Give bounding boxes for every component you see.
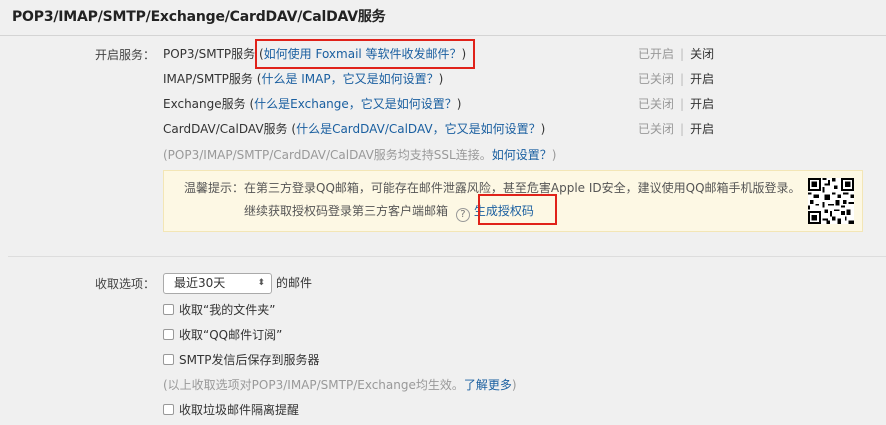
receive-range-suffix: 的邮件 (276, 276, 313, 290)
service-name: Exchange服务 (163, 97, 246, 111)
service-help: (什么是 IMAP，它又是如何设置？) (257, 72, 444, 86)
qr-code-icon (808, 178, 854, 224)
service-help: (什么是CardDAV/CalDAV，它又是如何设置？) (291, 122, 545, 136)
service-status-pop3: 已开启 | 关闭 (638, 44, 714, 64)
paren-close: ) (540, 122, 546, 136)
receive-note-suffix: ) (511, 378, 517, 392)
toggle-open-carddav[interactable]: 开启 (690, 122, 714, 136)
service-row-imap: IMAP/SMTP服务 (什么是 IMAP，它又是如何设置？) (163, 69, 443, 89)
checkbox-qq-subscription[interactable] (163, 329, 174, 340)
toggle-close-pop3[interactable]: 关闭 (690, 47, 714, 61)
option-qq-subscription[interactable]: 收取“QQ邮件订阅” (163, 325, 282, 345)
service-status-imap: 已关闭 | 开启 (638, 69, 714, 89)
toggle-open-exchange[interactable]: 开启 (690, 97, 714, 111)
tip-continue-text: 继续获取授权码登录第三方客户端邮箱 (244, 204, 449, 218)
service-row-exchange: Exchange服务 (什么是Exchange，它又是如何设置？) (163, 94, 461, 114)
receive-note: (以上收取选项对POP3/IMAP/SMTP/Exchange均生效。了解更多) (163, 375, 517, 395)
receive-label: 收取选项： (94, 277, 155, 291)
service-name: CardDAV/CalDAV服务 (163, 122, 288, 136)
ssl-note-suffix: ) (551, 148, 557, 162)
option-label: SMTP发信后保存到服务器 (179, 353, 320, 367)
highlight-generate-code (478, 194, 557, 225)
ssl-howto-link[interactable]: 如何设置？ (492, 148, 552, 162)
divider: | (680, 122, 685, 136)
divider: | (680, 97, 685, 111)
status-text: 已关闭 (638, 97, 675, 111)
receive-note-text: (以上收取选项对POP3/IMAP/SMTP/Exchange均生效。 (163, 378, 464, 392)
learn-more-link[interactable]: 了解更多 (464, 378, 512, 392)
paren-close: ) (438, 72, 444, 86)
divider: | (680, 72, 685, 86)
service-name: POP3/SMTP服务 (163, 47, 256, 61)
divider: | (680, 47, 685, 61)
receive-range-select[interactable]: 最近30天 ⬍ (163, 273, 272, 294)
option-label: 收取“我的文件夹” (179, 303, 276, 317)
page-title: POP3/IMAP/SMTP/Exchange/CardDAV/CalDAV服务 (12, 9, 386, 25)
option-label: 收取“QQ邮件订阅” (179, 328, 283, 342)
help-circle-icon[interactable]: ? (455, 208, 470, 222)
service-name: IMAP/SMTP服务 (163, 72, 253, 86)
section-divider (8, 256, 886, 257)
checkbox-spam-alert[interactable] (163, 404, 174, 415)
help-link-exchange[interactable]: 什么是Exchange，它又是如何设置？ (254, 97, 457, 111)
option-my-folders[interactable]: 收取“我的文件夹” (163, 300, 275, 320)
service-help: (什么是Exchange，它又是如何设置？) (249, 97, 461, 111)
receive-range-value: 最近30天 (174, 276, 226, 290)
checkbox-smtp-save[interactable] (163, 354, 174, 365)
status-text: 已开启 (638, 47, 675, 61)
status-text: 已关闭 (638, 122, 675, 136)
toggle-open-imap[interactable]: 开启 (690, 72, 714, 86)
ssl-note: (POP3/IMAP/SMTP/CardDAV/CalDAV服务均支持SSL连接… (163, 145, 556, 165)
ssl-note-text: (POP3/IMAP/SMTP/CardDAV/CalDAV服务均支持SSL连接… (163, 148, 492, 162)
services-label: 开启服务： (94, 48, 155, 62)
checkbox-my-folders[interactable] (163, 304, 174, 315)
help-link-carddav[interactable]: 什么是CardDAV/CalDAV，它又是如何设置？ (296, 122, 541, 136)
option-smtp-save[interactable]: SMTP发信后保存到服务器 (163, 350, 320, 370)
paren-close: ) (456, 97, 462, 111)
service-status-exchange: 已关闭 | 开启 (638, 94, 714, 114)
option-spam-alert[interactable]: 收取垃圾邮件隔离提醒 (163, 400, 299, 420)
service-row-carddav: CardDAV/CalDAV服务 (什么是CardDAV/CalDAV，它又是如… (163, 119, 545, 139)
help-link-imap[interactable]: 什么是 IMAP，它又是如何设置？ (261, 72, 438, 86)
select-arrows-icon: ⬍ (257, 278, 265, 288)
highlight-foxmail-help (255, 39, 475, 69)
service-status-carddav: 已关闭 | 开启 (638, 119, 714, 139)
status-text: 已关闭 (638, 72, 675, 86)
section-header: POP3/IMAP/SMTP/Exchange/CardDAV/CalDAV服务 (0, 0, 886, 36)
option-label: 收取垃圾邮件隔离提醒 (179, 403, 300, 417)
